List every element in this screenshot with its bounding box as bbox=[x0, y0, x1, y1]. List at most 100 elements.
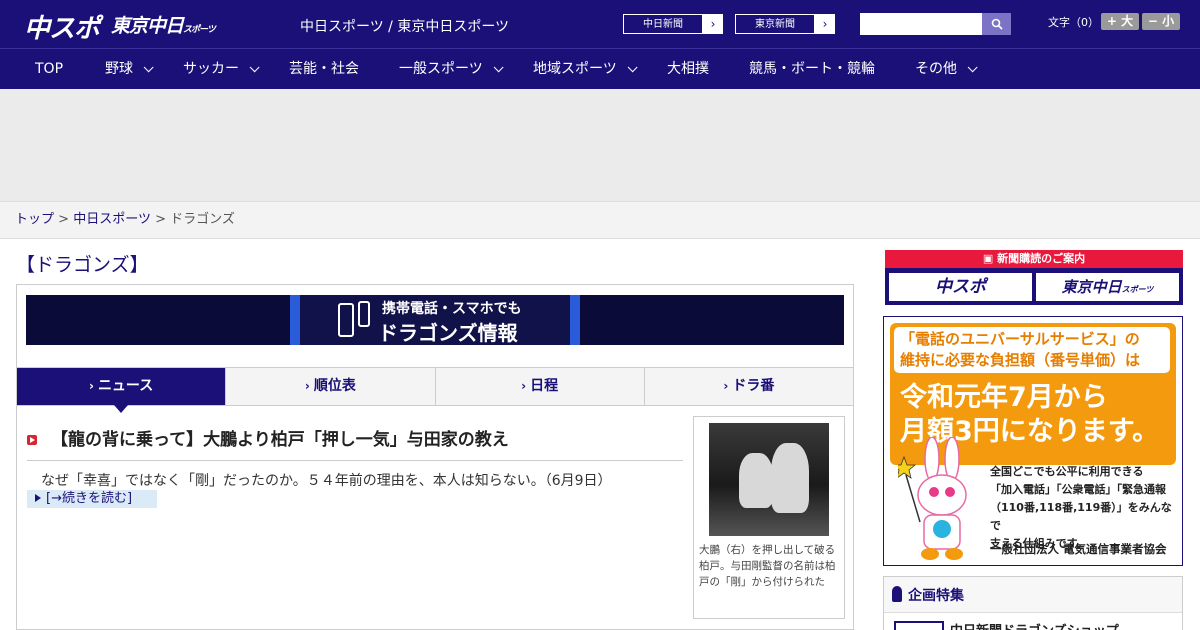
nav-item-label: 競馬・ボート・競輪 bbox=[749, 61, 875, 77]
chevron-down-icon bbox=[249, 62, 260, 73]
smartphone-icon bbox=[338, 303, 354, 337]
nav-item-label: その他 bbox=[915, 61, 957, 77]
chevron-right-icon: › bbox=[723, 379, 729, 393]
subscribe-tokyo-chunichi-text: 東京中日 bbox=[1061, 278, 1122, 296]
nav-item-baseball[interactable]: 野球 bbox=[105, 49, 154, 90]
nav-item-label: 野球 bbox=[105, 61, 133, 77]
nav-item-general-sports[interactable]: 一般スポーツ bbox=[399, 49, 504, 90]
search-form bbox=[860, 13, 1011, 35]
mobile-phone-icon bbox=[358, 301, 370, 327]
promo-line2: ドラゴンズ情報 bbox=[378, 321, 518, 345]
ad-description-line2: 「加入電話」「公衆電話」「緊急通報 bbox=[990, 483, 1166, 496]
ad-description-line3: （110番,118番,119番）」をみんなで bbox=[990, 501, 1172, 532]
ad-notice-line2: 維持に必要な負担額（番号単価）は bbox=[900, 351, 1141, 369]
chunichi-shimbun-label: 中日新聞 bbox=[623, 14, 703, 34]
promo-inner: 携帯電話・スマホでも ドラゴンズ情報 bbox=[290, 295, 580, 345]
ad-notice-box: 「電話のユニバーサルサービス」の 維持に必要な負担額（番号単価）は bbox=[894, 327, 1170, 373]
read-more-link[interactable]: [→続きを読む] bbox=[27, 490, 157, 508]
nav-item-top[interactable]: TOP bbox=[35, 49, 63, 90]
article-summary: なぜ「幸喜」ではなく「剛」だったのか。５４年前の理由を、本人は知らない。（6月9… bbox=[41, 473, 612, 489]
tokyo-chunichi-logo[interactable]: 東京中日スポーツ bbox=[111, 11, 216, 38]
ad-headline-line1: 令和元年7月から bbox=[900, 382, 1108, 413]
subscription-guide-header: ▣ 新聞購読のご案内 bbox=[885, 250, 1183, 268]
feature-thumbnail bbox=[894, 621, 944, 630]
rabbit-mascot-icon bbox=[898, 437, 967, 560]
site-links[interactable]: 中日スポーツ / 東京中日スポーツ bbox=[300, 16, 509, 36]
subscribe-tokyo-chunichi-small: スポーツ bbox=[1121, 285, 1154, 294]
feature-item[interactable]: 中日新聞ドラゴンズショップ bbox=[884, 612, 1182, 630]
breadcrumb-separator: > bbox=[58, 212, 70, 227]
search-input[interactable] bbox=[860, 13, 982, 35]
chevron-down-icon bbox=[493, 62, 504, 73]
chevron-right-icon: › bbox=[88, 379, 94, 393]
subscribe-tokyo-chunichi-button[interactable]: 東京中日スポーツ bbox=[1036, 273, 1179, 301]
breadcrumb: トップ > 中日スポーツ > ドラゴンズ bbox=[0, 201, 1200, 239]
nav-item-other[interactable]: その他 bbox=[915, 49, 978, 90]
subscribe-chuspo-button[interactable]: 中スポ bbox=[889, 273, 1032, 301]
wrestler-figure-right bbox=[771, 443, 809, 513]
tab-dorabandan[interactable]: › ドラ番 bbox=[645, 368, 853, 405]
feature-title-text: 企画特集 bbox=[908, 588, 964, 604]
article-photo-box: 大鵬（右）を押し出して破る柏戸。与田剛監督の名前は柏戸の「剛」から付けられた bbox=[693, 416, 845, 619]
sumo-photo[interactable] bbox=[709, 423, 829, 536]
universal-service-ad[interactable]: 「電話のユニバーサルサービス」の 維持に必要な負担額（番号単価）は 令和元年7月… bbox=[883, 316, 1183, 566]
nav-item-label: 一般スポーツ bbox=[399, 61, 483, 77]
ad-description: 全国どこでも公平に利用できる 「加入電話」「公衆電話」「緊急通報 （110番,1… bbox=[990, 463, 1182, 553]
wrestler-figure-left bbox=[739, 453, 773, 508]
font-size-increase-button[interactable]: + 大 bbox=[1101, 13, 1139, 30]
chevron-down-icon bbox=[967, 62, 978, 73]
font-size-label: 文字（0） bbox=[1048, 16, 1099, 29]
site-header: 中スポ 東京中日スポーツ 中日スポーツ / 東京中日スポーツ 中日新聞 › 東京… bbox=[0, 0, 1200, 48]
subscription-guide: ▣ 新聞購読のご案内 中スポ 東京中日スポーツ bbox=[885, 250, 1183, 305]
search-button[interactable] bbox=[982, 13, 1011, 35]
tokyo-shimbun-button[interactable]: 東京新聞 › bbox=[734, 13, 836, 35]
chuspo-logo[interactable]: 中スポ bbox=[24, 8, 100, 45]
triangle-right-icon bbox=[35, 494, 41, 502]
nav-item-entertainment[interactable]: 芸能・社会 bbox=[289, 49, 359, 90]
tab-label: 日程 bbox=[530, 378, 559, 394]
tab-label: 順位表 bbox=[313, 378, 356, 394]
ticket-icon: ▣ bbox=[982, 252, 998, 265]
chevron-down-icon bbox=[627, 62, 638, 73]
tokyo-chunichi-logo-text: 東京中日 bbox=[111, 15, 184, 37]
play-icon bbox=[27, 435, 37, 445]
main-nav: TOP 野球 サッカー 芸能・社会 一般スポーツ 地域スポーツ 大相撲 競馬・ボ… bbox=[0, 48, 1200, 89]
tab-news[interactable]: › ニュース bbox=[17, 368, 227, 413]
breadcrumb-current: ドラゴンズ bbox=[170, 212, 235, 227]
tokyo-chunichi-logo-small: スポーツ bbox=[183, 25, 216, 35]
font-size-decrease-button[interactable]: − 小 bbox=[1142, 13, 1180, 30]
ad-notice-line1: 「電話のユニバーサルサービス」の bbox=[900, 330, 1140, 348]
breadcrumb-separator: > bbox=[155, 212, 166, 227]
tab-schedule[interactable]: › 日程 bbox=[436, 368, 645, 405]
content-tabs: › ニュース › 順位表 › 日程 › ドラ番 bbox=[17, 367, 853, 413]
nav-item-soccer[interactable]: サッカー bbox=[183, 49, 260, 90]
nav-item-label: 芸能・社会 bbox=[289, 61, 359, 77]
tab-label: ニュース bbox=[97, 378, 154, 394]
read-more-label: [→続きを読む] bbox=[46, 491, 133, 506]
photo-caption: 大鵬（右）を押し出して破る柏戸。与田剛監督の名前は柏戸の「剛」から付けられた bbox=[699, 544, 836, 588]
chevron-right-icon: › bbox=[703, 14, 723, 34]
ad-sponsor: 一般社団法人 電気通信事業者協会 bbox=[990, 542, 1167, 556]
nav-item-local-sports[interactable]: 地域スポーツ bbox=[533, 49, 638, 90]
nav-item-racing[interactable]: 競馬・ボート・競輪 bbox=[749, 49, 875, 90]
main-content: 携帯電話・スマホでも ドラゴンズ情報 › ニュース › 順位表 › 日程 › ドラ番 【… bbox=[16, 284, 854, 630]
promo-line1: 携帯電話・スマホでも bbox=[382, 301, 522, 317]
breadcrumb-chunichi-link[interactable]: 中日スポーツ bbox=[73, 212, 151, 227]
tab-standings[interactable]: › 順位表 bbox=[226, 368, 436, 405]
page-title: 【ドラゴンズ】 bbox=[16, 254, 149, 276]
feature-title: 企画特集 bbox=[892, 585, 964, 605]
chevron-down-icon bbox=[143, 62, 154, 73]
article-title[interactable]: 【龍の背に乗って】大鵬より柏戸「押し一気」与田家の教え bbox=[27, 425, 683, 461]
mobile-promo-banner[interactable]: 携帯電話・スマホでも ドラゴンズ情報 bbox=[26, 295, 844, 345]
subscription-guide-title: 新聞購読のご案内 bbox=[997, 252, 1086, 265]
chunichi-shimbun-button[interactable]: 中日新聞 › bbox=[622, 13, 724, 35]
chevron-right-icon: › bbox=[815, 14, 835, 34]
medal-icon bbox=[892, 586, 902, 602]
nav-item-label: 地域スポーツ bbox=[533, 61, 617, 77]
nav-item-sumo[interactable]: 大相撲 bbox=[667, 49, 709, 90]
nav-item-label: 大相撲 bbox=[667, 61, 709, 77]
ad-description-line1: 全国どこでも公平に利用できる bbox=[990, 465, 1144, 478]
chevron-right-icon: › bbox=[304, 379, 310, 393]
breadcrumb-top-link[interactable]: トップ bbox=[15, 212, 54, 227]
nav-item-label: サッカー bbox=[183, 61, 239, 77]
